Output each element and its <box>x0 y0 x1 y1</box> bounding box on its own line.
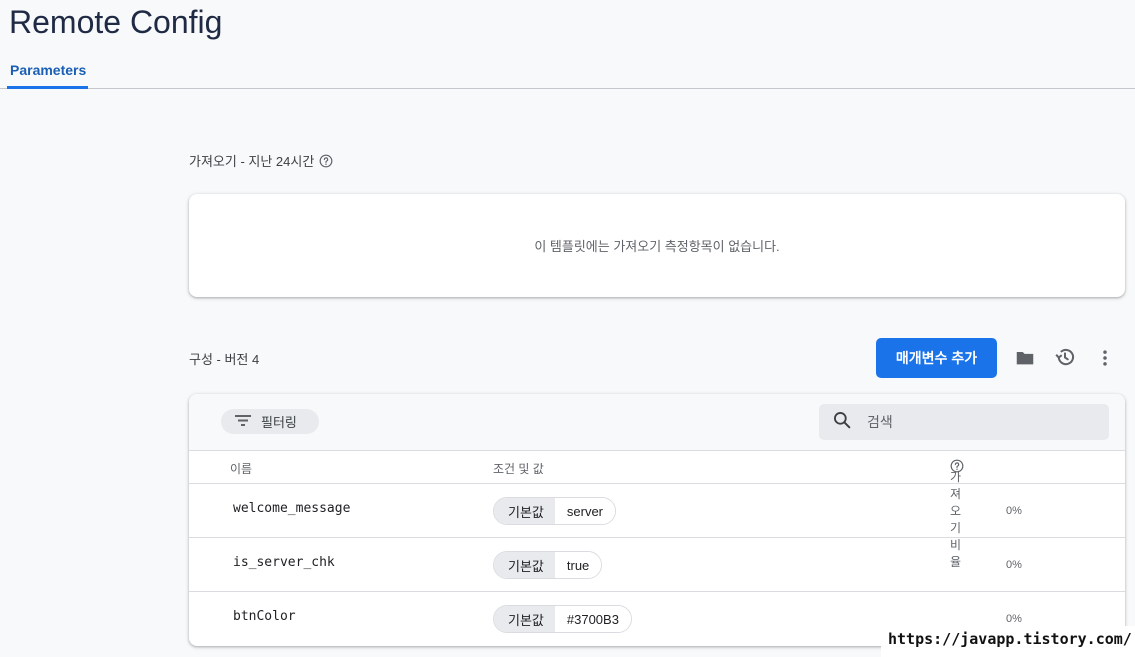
filter-list-icon <box>234 413 252 430</box>
fetch-metrics-card: 이 템플릿에는 가져오기 측정항목이 없습니다. <box>189 194 1125 297</box>
config-section-title: 구성 - 버전 4 <box>189 352 260 367</box>
parameter-name: btnColor <box>233 609 296 624</box>
help-icon[interactable] <box>319 154 333 168</box>
condition-value: server <box>554 498 616 524</box>
condition-key: 기본값 <box>494 552 555 578</box>
column-header-fetch-rate[interactable]: 가져오기 비율 <box>950 459 964 569</box>
table-row[interactable]: welcome_message 기본값 server 0% <box>189 484 1125 538</box>
fetch-rate-value: 0% <box>1006 613 1022 625</box>
parameter-name: welcome_message <box>233 501 351 516</box>
search-box[interactable] <box>819 404 1109 440</box>
filter-button[interactable]: 필터링 <box>221 409 319 434</box>
filter-label: 필터링 <box>261 415 297 430</box>
folder-icon[interactable] <box>1012 345 1038 371</box>
tab-parameters[interactable]: Parameters <box>7 56 88 89</box>
condition-value-chip[interactable]: 기본값 #3700B3 <box>493 605 632 633</box>
condition-value: true <box>554 552 602 578</box>
condition-key: 기본값 <box>494 498 555 524</box>
parameters-table: 필터링 이름 조건 및 값 가져오기 비율 welcome_message 기본… <box>189 394 1125 646</box>
history-icon[interactable] <box>1052 344 1078 370</box>
more-vert-icon[interactable] <box>1093 345 1117 371</box>
fetch-section-title: 가져오기 - 지난 24시간 <box>189 154 315 169</box>
search-input[interactable] <box>867 414 1087 430</box>
table-header: 이름 조건 및 값 가져오기 비율 <box>189 451 1125 569</box>
page-title: Remote Config <box>9 4 223 40</box>
fetch-section-header: 가져오기 - 지난 24시간 <box>189 151 333 170</box>
config-section-header: 구성 - 버전 4 <box>189 349 259 368</box>
search-icon <box>832 410 852 435</box>
fetch-rate-value: 0% <box>1006 505 1022 517</box>
table-toolbar: 필터링 <box>189 394 1125 451</box>
fetch-rate-value: 0% <box>1006 559 1022 571</box>
blog-watermark: https://javapp.tistory.com/ <box>881 626 1135 657</box>
condition-value-chip[interactable]: 기본값 server <box>493 497 617 525</box>
condition-key: 기본값 <box>494 606 555 632</box>
column-header-conditions[interactable]: 조건 및 값 <box>493 460 544 477</box>
parameter-name: is_server_chk <box>233 555 335 570</box>
condition-value-chip[interactable]: 기본값 true <box>493 551 603 579</box>
table-row[interactable]: is_server_chk 기본값 true 0% <box>189 538 1125 592</box>
column-header-name[interactable]: 이름 <box>230 460 252 477</box>
add-parameter-button[interactable]: 매개변수 추가 <box>876 338 997 378</box>
tab-bar: Parameters <box>0 56 1135 89</box>
empty-state-message: 이 템플릿에는 가져오기 측정항목이 없습니다. <box>534 239 780 254</box>
condition-value: #3700B3 <box>554 606 631 632</box>
